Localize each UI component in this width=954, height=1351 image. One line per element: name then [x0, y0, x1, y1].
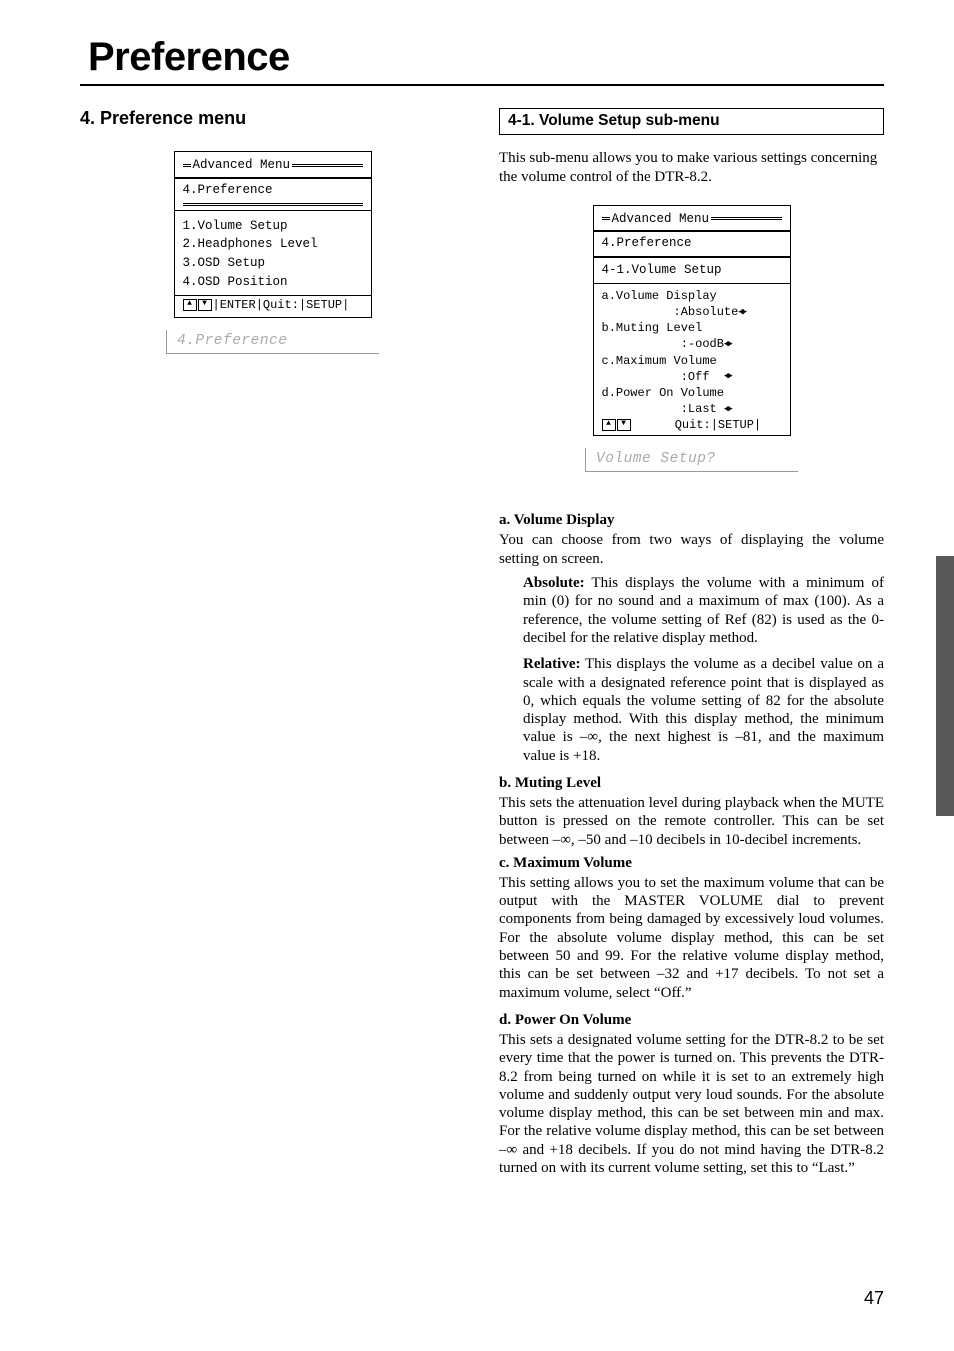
lr-arrows-icon: ◀▶: [724, 338, 731, 350]
osd-row: :Absolute◀▶: [602, 304, 784, 320]
osd-item: 1.Volume Setup: [183, 217, 363, 236]
text-b: This sets the attenuation level during p…: [499, 794, 884, 849]
text-a-absolute: Absolute: This displays the volume with …: [523, 574, 884, 647]
segment-display-left: 4.Preference: [166, 330, 379, 354]
right-osd-screen: Advanced Menu 4.Preference 4-1.Volume Se…: [593, 205, 791, 437]
osd-row: :-oodB◀▶: [602, 336, 784, 352]
sub-heading-b: b. Muting Level: [499, 775, 884, 792]
osd-top-label: Advanced Menu: [612, 210, 710, 229]
right-column: 4-1. Volume Setup sub-menu This sub-menu…: [499, 108, 884, 1187]
side-tab: [936, 556, 954, 816]
osd-item: 4.OSD Position: [183, 273, 363, 292]
sub-heading-d: d. Power On Volume: [499, 1012, 884, 1029]
osd-row: a.Volume Display: [602, 288, 784, 304]
right-osd-wrap: Advanced Menu 4.Preference 4-1.Volume Se…: [594, 205, 790, 473]
osd-row: :Last ◀▶: [602, 401, 784, 417]
right-heading-box: 4-1. Volume Setup sub-menu: [499, 108, 884, 135]
osd-row: d.Power On Volume: [602, 385, 784, 401]
up-arrow-icon: ▲: [183, 299, 197, 311]
segment-display-right: Volume Setup?: [585, 448, 798, 472]
text-a-intro: You can choose from two ways of displayi…: [499, 531, 884, 568]
osd-row: b.Muting Level: [602, 320, 784, 336]
osd-item: 3.OSD Setup: [183, 254, 363, 273]
sub-heading-a: a. Volume Display: [499, 512, 884, 529]
osd-footer: Quit:|SETUP|: [632, 418, 762, 432]
osd-title: 4.Preference: [594, 231, 790, 256]
text-c: This setting allows you to set the maxim…: [499, 874, 884, 1002]
left-heading: 4. Preference menu: [80, 108, 465, 129]
right-heading: 4-1. Volume Setup sub-menu: [508, 112, 875, 130]
left-osd-wrap: Advanced Menu 4.Preference 1.Volume Setu…: [80, 151, 465, 354]
lr-arrows-icon: ◀▶: [738, 306, 745, 318]
osd-row: :Off ◀▶: [602, 369, 784, 385]
osd-item: 2.Headphones Level: [183, 235, 363, 254]
sub-heading-c: c. Maximum Volume: [499, 855, 884, 872]
title-rule: [80, 84, 884, 86]
left-column: 4. Preference menu Advanced Menu 4.Prefe…: [80, 108, 465, 1187]
osd-row: c.Maximum Volume: [602, 353, 784, 369]
page-title: Preference: [88, 35, 884, 80]
osd-subtitle: 4-1.Volume Setup: [594, 257, 790, 283]
osd-title: 4.Preference: [175, 178, 371, 201]
right-intro: This sub-menu allows you to make various…: [499, 149, 884, 187]
down-arrow-icon: ▼: [617, 419, 631, 431]
text-a-relative: Relative: This displays the volume as a …: [523, 655, 884, 765]
osd-top-label: Advanced Menu: [193, 156, 291, 175]
lr-arrows-icon: ◀▶: [724, 403, 731, 415]
down-arrow-icon: ▼: [198, 299, 212, 311]
page-number: 47: [864, 1288, 884, 1309]
lr-arrows-icon: ◀▶: [724, 370, 731, 382]
osd-footer: |ENTER|Quit:|SETUP|: [213, 296, 350, 314]
text-d: This sets a designated volume setting fo…: [499, 1031, 884, 1177]
left-osd-screen: Advanced Menu 4.Preference 1.Volume Setu…: [174, 151, 372, 318]
up-arrow-icon: ▲: [602, 419, 616, 431]
